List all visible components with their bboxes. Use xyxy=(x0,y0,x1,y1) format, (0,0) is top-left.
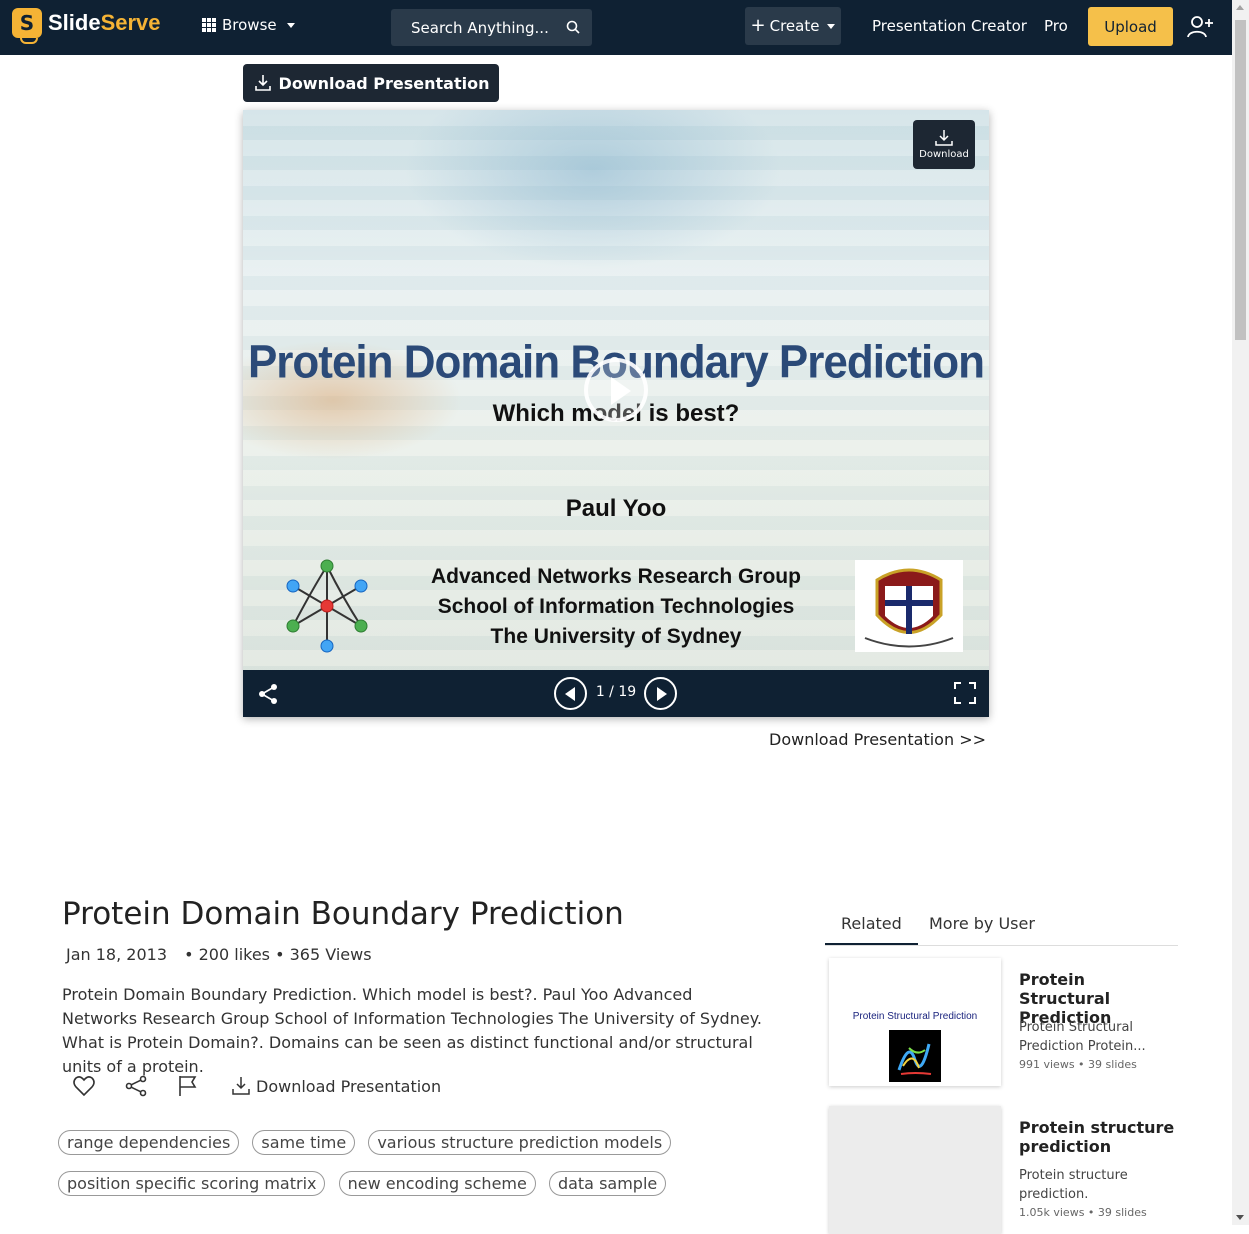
slide-download-label: Download xyxy=(919,149,969,160)
university-crest-icon xyxy=(855,560,963,652)
share-icon[interactable] xyxy=(257,683,279,705)
slide-image[interactable]: Protein Domain Boundary Prediction Which… xyxy=(243,110,989,670)
related-card-stats: 991 views • 39 slides xyxy=(1019,1058,1137,1071)
page-indicator: 1 / 19 xyxy=(595,684,637,700)
tag[interactable]: same time xyxy=(252,1130,356,1155)
logo-text-slide: Slide xyxy=(48,10,101,35)
related-card-snippet: Protein structure prediction. Alexander.… xyxy=(1019,1168,1128,1202)
slide-background-highlight xyxy=(403,110,783,270)
sidebar-tabs: Related More by User xyxy=(825,908,1178,946)
related-card-thumbnail[interactable]: Protein Structural Prediction xyxy=(829,958,1001,1086)
tab-related[interactable]: Related xyxy=(825,914,918,945)
search-input[interactable] xyxy=(411,18,561,37)
chevron-down-icon xyxy=(827,23,836,29)
scroll-up-arrow-icon[interactable] xyxy=(1236,5,1244,10)
tag[interactable]: new encoding scheme xyxy=(338,1171,536,1196)
logo-text: SlideServe xyxy=(48,10,161,36)
tag[interactable]: range dependencies xyxy=(58,1130,240,1155)
logo-text-serve: Serve xyxy=(100,10,161,35)
viewer-controls: 1 / 19 xyxy=(243,670,989,717)
presentation-meta: Jan 18, 2013 • 200 likes • 365 Views xyxy=(66,945,384,964)
chevron-down-icon xyxy=(286,22,295,28)
slideserve-logo[interactable]: S SlideServe xyxy=(12,8,161,44)
download-presentation-button[interactable]: Download Presentation xyxy=(243,64,499,102)
presentation-description: Protein Domain Boundary Prediction. Whic… xyxy=(62,985,762,1076)
scroll-down-arrow-icon[interactable] xyxy=(1236,1215,1244,1220)
slide-viewer: Protein Domain Boundary Prediction Which… xyxy=(243,110,989,717)
slide-download-button[interactable]: Download xyxy=(913,120,975,169)
heart-icon[interactable] xyxy=(72,1074,96,1098)
tag[interactable]: various structure prediction models xyxy=(368,1130,672,1155)
related-card-stats: 1.05k views • 39 slides xyxy=(1019,1206,1147,1219)
presentation-actions: Download Presentation xyxy=(72,1074,441,1098)
download-icon xyxy=(254,75,271,91)
related-card-thumbnail[interactable] xyxy=(829,1106,1001,1234)
download-icon xyxy=(935,130,953,146)
search-box xyxy=(391,9,592,46)
top-navbar: S SlideServe Browse + Create Presentatio… xyxy=(0,0,1232,55)
related-card-title[interactable]: Protein structure prediction xyxy=(1019,1118,1179,1156)
pro-link[interactable]: Pro xyxy=(1044,17,1068,35)
download-presentation-link[interactable]: Download Presentation >> xyxy=(769,730,986,749)
thumbnail-title: Protein Structural Prediction xyxy=(852,1011,978,1022)
presentation-creator-link[interactable]: Presentation Creator xyxy=(872,17,1027,35)
add-user-icon[interactable] xyxy=(1186,13,1214,41)
logo-badge: S xyxy=(12,8,42,44)
related-card-snippet: Protein Structural Prediction Protein... xyxy=(1019,1020,1146,1054)
presentation-stats: • 200 likes • 365 Views xyxy=(184,945,372,964)
share-icon[interactable] xyxy=(124,1074,148,1098)
search-icon[interactable] xyxy=(566,20,580,34)
upload-button[interactable]: Upload xyxy=(1088,7,1173,46)
create-label: Create xyxy=(769,17,820,35)
tag[interactable]: position specific scoring matrix xyxy=(58,1171,326,1196)
network-logo-icon xyxy=(286,559,368,653)
create-button[interactable]: + Create xyxy=(745,7,841,45)
related-card[interactable]: Protein Structural Prediction Protein St… xyxy=(829,958,1179,1088)
tag-list: range dependencies same time various str… xyxy=(58,1130,758,1212)
slide-author: Paul Yoo xyxy=(565,495,667,522)
browse-label: Browse xyxy=(222,16,277,34)
download-presentation-action-label: Download Presentation xyxy=(256,1076,442,1096)
tab-more-by-user[interactable]: More by User xyxy=(929,914,1035,943)
grid-icon xyxy=(202,18,216,32)
tag[interactable]: data sample xyxy=(548,1171,667,1196)
next-slide-button[interactable] xyxy=(644,677,677,710)
download-icon xyxy=(232,1077,250,1095)
play-icon[interactable] xyxy=(584,358,648,422)
scroll-thumb[interactable] xyxy=(1235,20,1246,340)
download-presentation-label: Download Presentation xyxy=(278,73,490,93)
related-card[interactable]: Protein structure prediction Protein str… xyxy=(829,1106,1179,1234)
download-presentation-action[interactable]: Download Presentation xyxy=(230,1075,441,1097)
protein-structure-image xyxy=(889,1030,941,1082)
page-scrollbar[interactable] xyxy=(1232,0,1249,1225)
presentation-date: Jan 18, 2013 xyxy=(66,945,167,964)
flag-icon[interactable] xyxy=(176,1074,200,1098)
previous-slide-button[interactable] xyxy=(554,677,587,710)
plus-icon: + xyxy=(750,15,766,36)
browse-menu[interactable]: Browse xyxy=(202,16,295,34)
fullscreen-icon[interactable] xyxy=(954,682,976,704)
presentation-title: Protein Domain Boundary Prediction xyxy=(62,896,624,932)
